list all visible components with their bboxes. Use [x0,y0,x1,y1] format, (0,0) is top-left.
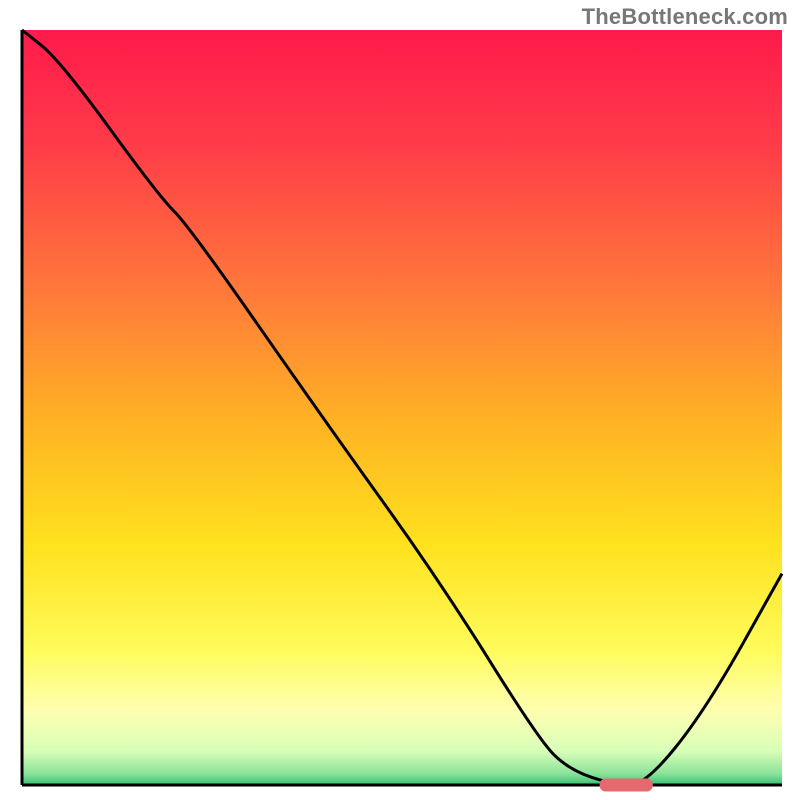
bottleneck-chart: TheBottleneck.com [0,0,800,800]
plot-gradient-background [22,30,782,785]
optimal-range-marker [600,779,653,792]
chart-canvas [0,0,800,800]
